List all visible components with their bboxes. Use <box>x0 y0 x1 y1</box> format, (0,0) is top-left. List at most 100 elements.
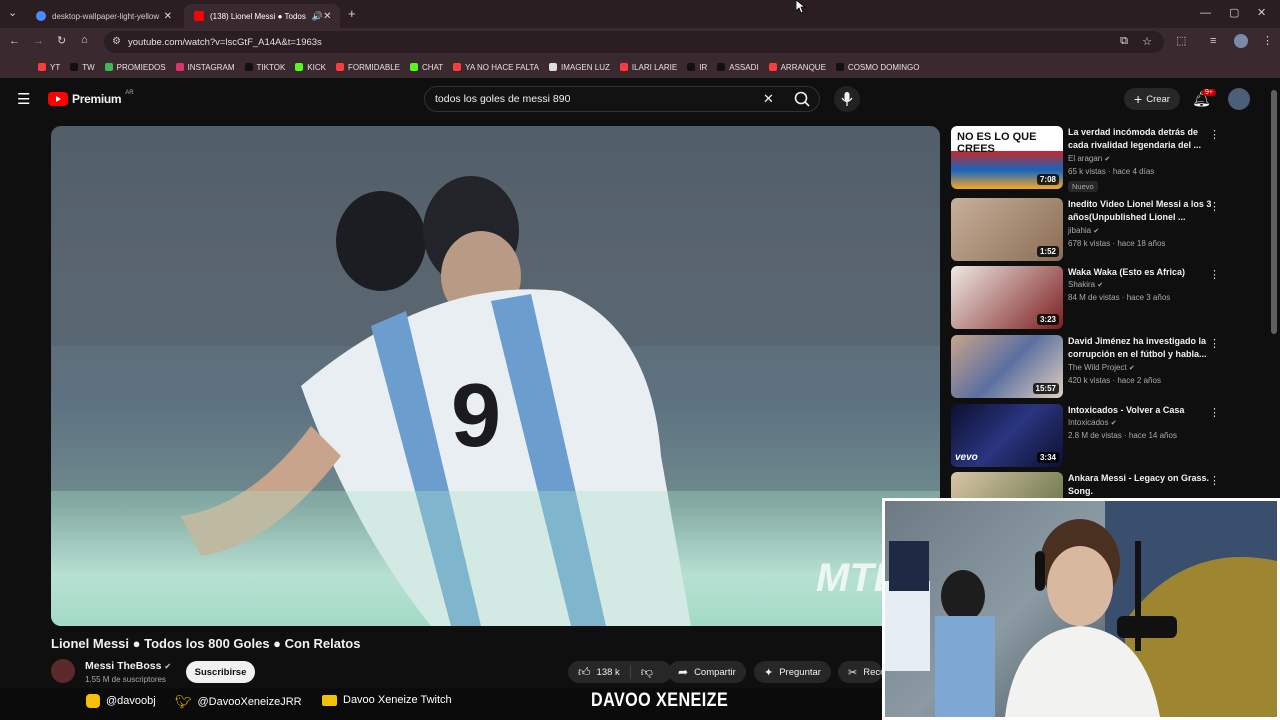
address-bar[interactable]: ⚙ youtube.com/watch?v=lscGtF_A14A&t=1963… <box>104 31 1164 53</box>
bookmark-item[interactable]: TIKTOK <box>244 63 285 72</box>
recommended-video[interactable]: Ankara Messi - Legacy on Grass. Song. ⋮ <box>951 472 1251 498</box>
bookmark-item[interactable]: ARRANQUE <box>768 63 826 72</box>
bookmark-item[interactable]: INSTAGRAM <box>175 63 235 72</box>
voice-search-button[interactable] <box>834 86 860 112</box>
page-scrollbar[interactable] <box>1271 90 1277 334</box>
clip-button[interactable]: ✂ Recor <box>838 661 882 683</box>
video-thumbnail[interactable]: 15:57 <box>951 335 1063 398</box>
profile-avatar[interactable] <box>1234 34 1248 48</box>
video-frame: 9 <box>51 126 940 626</box>
recommended-title[interactable]: Waka Waka (Esto es Africa) <box>1068 266 1214 279</box>
logo-text: Premium <box>72 92 122 106</box>
recommended-title[interactable]: Intoxicados - Volver a Casa <box>1068 404 1214 417</box>
media-icon[interactable]: ≡ <box>1210 36 1216 47</box>
bookmark-star-icon[interactable]: ☆ <box>1142 35 1152 48</box>
dislike-icon[interactable]: 👎︎ <box>641 665 653 680</box>
video-thumbnail[interactable]: NO ES LO QUE CREES 7:08 <box>951 126 1063 189</box>
bookmark-item[interactable]: PROMIEDOS <box>104 63 166 72</box>
more-options-icon[interactable]: ⋮ <box>1209 128 1220 141</box>
recommended-title[interactable]: Ankara Messi - Legacy on Grass. Song. <box>1068 472 1214 498</box>
search-input[interactable]: todos los goles de messi 890 ✕ <box>424 86 820 112</box>
search-button[interactable] <box>786 86 820 112</box>
like-dislike-group: 👍︎ 138 k 👎︎ <box>568 661 672 683</box>
maximize-icon[interactable]: ▢ <box>1229 8 1239 19</box>
hamburger-menu-icon[interactable]: ☰ <box>17 92 30 107</box>
channel-name[interactable]: Messi TheBoss ✔ <box>85 660 171 672</box>
bookmark-item[interactable]: IMAGEN LUZ <box>548 63 610 72</box>
bookmark-item[interactable]: KICK <box>295 63 326 72</box>
bookmark-favicon-icon <box>453 63 462 71</box>
channel-avatar[interactable] <box>51 659 75 683</box>
video-player[interactable]: 9 MTB <box>51 126 940 626</box>
recommended-video[interactable]: 1:52 Inedito Video Lionel Messi a los 3 a… <box>951 198 1251 262</box>
back-icon[interactable]: ← <box>9 36 20 47</box>
recommended-channel[interactable]: Intoxicados ✔ <box>1068 418 1117 427</box>
channel-name-text: Messi TheBoss <box>85 660 162 672</box>
video-thumbnail[interactable]: 1:52 <box>951 198 1063 261</box>
recommended-video[interactable]: vevo 3:34 Intoxicados - Volver a Casa Intox… <box>951 404 1251 468</box>
bookmark-item[interactable]: CHAT <box>409 62 444 72</box>
notifications-button[interactable]: 🔔︎ 9+ <box>1192 89 1216 109</box>
menu-icon[interactable]: ⋮ <box>1262 36 1273 47</box>
video-duration: 1:52 <box>1036 246 1059 257</box>
bookmark-item[interactable]: YA NO HACE FALTA <box>453 63 539 72</box>
recommended-channel[interactable]: The Wild Project ✔ <box>1068 363 1135 372</box>
close-tab-icon[interactable]: ✕ <box>323 11 331 22</box>
install-app-icon[interactable]: ⧉ <box>1120 35 1128 48</box>
clear-search-icon[interactable]: ✕ <box>763 91 774 107</box>
recommended-title[interactable]: La verdad incómoda detrás de cada rivali… <box>1068 126 1214 152</box>
divider <box>629 665 631 679</box>
bookmark-item[interactable]: ASSADI <box>717 63 759 72</box>
create-button[interactable]: + Crear <box>1124 88 1180 110</box>
more-options-icon[interactable]: ⋮ <box>1209 268 1220 281</box>
new-tab-icon[interactable]: + <box>348 7 356 20</box>
reload-icon[interactable]: ↻ <box>57 36 66 47</box>
tab-wallpaper[interactable]: desktop-wallpaper-light-yellow ✕ <box>26 4 182 28</box>
like-icon[interactable]: 👍︎ <box>578 665 591 680</box>
audio-icon[interactable]: 🔊 <box>312 11 323 22</box>
ask-button[interactable]: ✦ Preguntar <box>754 661 831 683</box>
recommended-video[interactable]: 15:57 David Jiménez ha investigado la cor… <box>951 335 1251 399</box>
more-options-icon[interactable]: ⋮ <box>1209 474 1220 487</box>
bookmarks-bar: YT TW PROMIEDOS INSTAGRAM TIKTOK KICK FORMIDAB… <box>0 56 1280 78</box>
close-window-icon[interactable]: ✕ <box>1257 8 1266 19</box>
twitch-handle: Davoo Xeneize Twitch <box>322 694 452 706</box>
recommended-title[interactable]: David Jiménez ha investigado la corrupci… <box>1068 335 1214 361</box>
site-info-icon[interactable]: ⚙ <box>112 36 121 47</box>
bookmark-item[interactable]: COSMO DOMINGO <box>835 63 919 72</box>
recommended-video[interactable]: 3:23 Waka Waka (Esto es Africa) Shakira ✔ 8… <box>951 266 1251 330</box>
recommended-channel[interactable]: Shakira ✔ <box>1068 280 1103 289</box>
video-thumbnail[interactable] <box>951 472 1063 498</box>
more-options-icon[interactable]: ⋮ <box>1209 406 1220 419</box>
video-thumbnail[interactable]: 3:23 <box>951 266 1063 329</box>
account-avatar[interactable] <box>1228 88 1250 110</box>
recommended-meta: 2.8 M de vistas · hace 14 años <box>1068 431 1177 440</box>
bookmark-item[interactable]: YT <box>38 63 60 72</box>
like-count[interactable]: 138 k <box>597 667 620 678</box>
more-options-icon[interactable]: ⋮ <box>1209 337 1220 350</box>
bookmark-label: CHAT <box>421 62 444 72</box>
more-options-icon[interactable]: ⋮ <box>1209 200 1220 213</box>
bookmark-favicon-icon <box>717 63 726 71</box>
forward-icon[interactable]: → <box>33 36 44 47</box>
tab-youtube-video[interactable]: (138) Lionel Messi ● Todos 🔊 ✕ <box>184 4 340 28</box>
video-thumbnail[interactable]: vevo 3:34 <box>951 404 1063 467</box>
recommended-channel[interactable]: jibahia ✔ <box>1068 226 1099 235</box>
bookmark-item[interactable]: ILARI LARIE <box>619 63 677 72</box>
channel-text: jibahia <box>1068 226 1092 235</box>
bookmark-item[interactable]: TW <box>70 63 95 72</box>
recommended-channel[interactable]: El aragan ✔ <box>1068 154 1110 163</box>
recommended-video[interactable]: NO ES LO QUE CREES 7:08 La verdad incómoda… <box>951 126 1251 192</box>
bookmark-item[interactable]: IR <box>687 63 707 72</box>
home-icon[interactable]: ⌂ <box>81 35 88 46</box>
bookmark-item[interactable]: FORMIDABLE <box>335 63 400 72</box>
recommended-title[interactable]: Inedito Video Lionel Messi a los 3 años(… <box>1068 198 1214 224</box>
bookmark-favicon-icon <box>175 63 184 71</box>
minimize-icon[interactable]: — <box>1200 8 1211 19</box>
subscribe-button[interactable]: Suscribirse <box>186 661 255 683</box>
close-tab-icon[interactable]: ✕ <box>164 11 172 22</box>
youtube-logo[interactable]: Premium AR <box>48 90 134 106</box>
share-button[interactable]: ➦ Compartir <box>668 661 746 683</box>
tab-search-icon[interactable]: ⌄ <box>8 8 17 19</box>
extensions-icon[interactable]: ⬚ <box>1176 36 1186 47</box>
